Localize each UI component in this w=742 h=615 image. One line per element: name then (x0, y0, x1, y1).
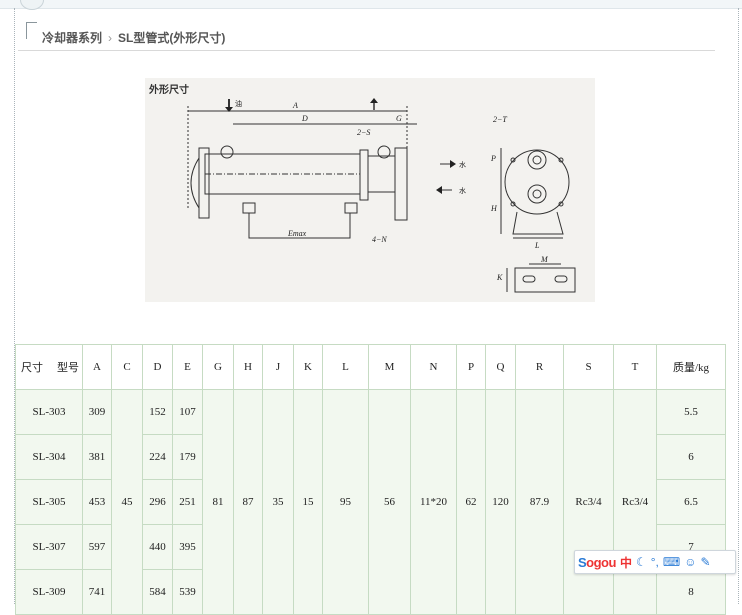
cell-d: 584 (142, 569, 173, 615)
ime-mode-toggle[interactable]: 中 (620, 554, 632, 571)
cell-model: SL-305 (15, 479, 83, 525)
dim-label-p: P (490, 154, 496, 163)
top-strip (0, 0, 742, 9)
left-flange (198, 147, 210, 219)
cell-e: 539 (172, 569, 203, 615)
dim-label-l: L (534, 241, 540, 250)
header-l: L (322, 344, 369, 390)
cell-model: SL-304 (15, 434, 83, 480)
header-h: H (233, 344, 263, 390)
spec-table: 尺寸 型号 A C D E G H J K L M N P Q R S T 质量/… (15, 344, 726, 615)
cell-a: 381 (82, 434, 112, 480)
cell-d: 152 (142, 389, 173, 435)
cell-a: 453 (82, 479, 112, 525)
cell-e: 395 (172, 524, 203, 570)
header-k: K (293, 344, 323, 390)
header-rule (18, 50, 715, 51)
water-in-label: 水 (459, 186, 466, 195)
header-size-model: 尺寸 型号 (15, 344, 83, 390)
cell-e: 251 (172, 479, 203, 525)
dim-label-d: D (301, 114, 308, 123)
cell-l-shared: 95 (322, 389, 369, 615)
dim-label-n: 4−N (372, 235, 387, 244)
breadcrumb-corner (26, 22, 37, 39)
right-foot (344, 202, 358, 214)
cell-mass: 6 (656, 434, 726, 480)
cell-g-shared: 81 (202, 389, 234, 615)
header-c: C (111, 344, 143, 390)
cell-e: 107 (172, 389, 203, 435)
cell-t-shared: Rc3/4 (613, 389, 657, 615)
cell-mass: 8 (656, 569, 726, 615)
water-out-label: 水 (459, 160, 466, 169)
dim-label-h: H (490, 204, 498, 213)
right-border (738, 8, 739, 604)
cell-m-shared: 56 (368, 389, 411, 615)
sogou-logo-rest: ogou (586, 554, 616, 570)
cell-j-shared: 35 (262, 389, 294, 615)
cell-s-shared: Rc3/4 (563, 389, 614, 615)
cell-e: 179 (172, 434, 203, 480)
ime-toolbar[interactable]: Sogou 中 ☾ °, ⌨ ☺ ✎ (574, 550, 736, 574)
header-model: 型号 (57, 362, 79, 374)
header-g: G (202, 344, 234, 390)
cooler-outline-svg: A D G 2−S 油 Emax 4−N 水 水 2−T P H L M K (187, 98, 576, 293)
cell-c-shared: 45 (111, 389, 143, 615)
cell-q-shared: 120 (485, 389, 516, 615)
cell-r-shared: 87.9 (515, 389, 564, 615)
header-e: E (172, 344, 203, 390)
header-q: Q (485, 344, 516, 390)
cell-mass: 6.5 (656, 479, 726, 525)
breadcrumb-current: SL型管式(外形尺寸) (118, 31, 226, 45)
foot-plan (514, 267, 576, 293)
header-a: A (82, 344, 112, 390)
sogou-logo[interactable]: Sogou (578, 555, 616, 570)
cell-a: 741 (82, 569, 112, 615)
header-m: M (368, 344, 411, 390)
header-size: 尺寸 (21, 362, 43, 374)
cell-model: SL-309 (15, 569, 83, 615)
header-n: N (410, 344, 457, 390)
header-j: J (262, 344, 294, 390)
dim-label-a: A (292, 101, 298, 110)
dim-label-s: 2−S (357, 128, 370, 137)
oil-label: 油 (235, 99, 242, 108)
cell-d: 440 (142, 524, 173, 570)
cell-n-shared: 11*20 (410, 389, 457, 615)
header-d: D (142, 344, 173, 390)
user-icon[interactable]: ☺ (684, 555, 696, 569)
keyboard-icon[interactable]: ⌨ (663, 555, 680, 569)
dim-label-e: Emax (287, 229, 307, 238)
moon-icon[interactable]: ☾ (636, 555, 647, 569)
punctuation-icon[interactable]: °, (651, 555, 659, 569)
dim-label-g: G (396, 114, 402, 123)
left-foot (242, 202, 256, 214)
sogou-logo-s: S (578, 554, 587, 570)
cell-p-shared: 62 (456, 389, 486, 615)
header-p: P (456, 344, 486, 390)
cell-d: 224 (142, 434, 173, 480)
breadcrumb-separator: › (108, 31, 113, 45)
cell-h-shared: 87 (233, 389, 263, 615)
dim-label-m: M (540, 255, 549, 264)
header-r: R (515, 344, 564, 390)
breadcrumb-root-link[interactable]: 冷却器系列 (42, 31, 102, 45)
cell-a: 597 (82, 524, 112, 570)
dimension-drawing: 外形尺寸 A D G 2−S 油 Emax 4−N 水 水 2−T P H L … (145, 78, 595, 302)
right-flange (394, 147, 408, 221)
header-t: T (613, 344, 657, 390)
cell-mass: 5.5 (656, 389, 726, 435)
table-header-row: 尺寸 型号 A C D E G H J K L M N P Q R S T 质量/… (15, 344, 726, 390)
header-mass: 质量/kg (656, 344, 726, 390)
dim-label-t: 2−T (493, 115, 507, 124)
cell-a: 309 (82, 389, 112, 435)
header-s: S (563, 344, 614, 390)
dim-label-k: K (496, 273, 503, 282)
cell-k-shared: 15 (293, 389, 323, 615)
table-row: SL-303 309 45 152 107 81 87 35 15 95 56 … (15, 389, 726, 615)
cell-model: SL-303 (15, 389, 83, 435)
cell-d: 296 (142, 479, 173, 525)
wrench-icon[interactable]: ✎ (700, 555, 710, 569)
cell-model: SL-307 (15, 524, 83, 570)
